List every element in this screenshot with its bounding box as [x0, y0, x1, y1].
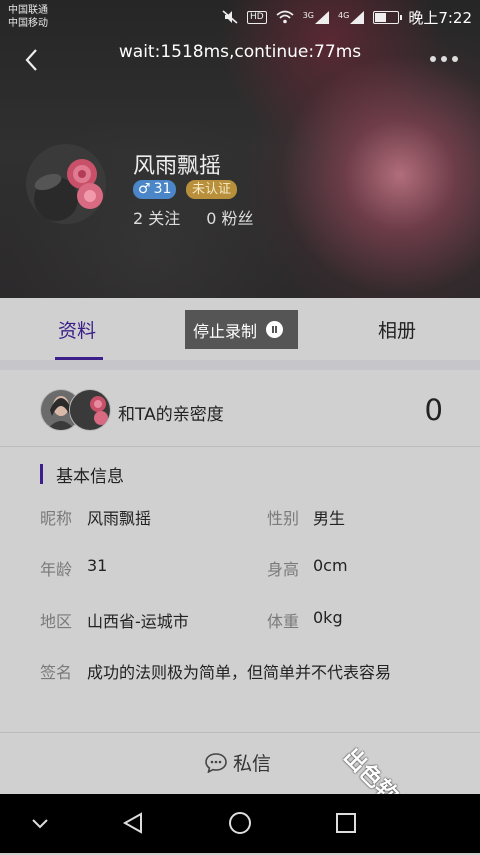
carrier-1: 中国联通 [8, 5, 48, 16]
gender-value: 男生 [313, 509, 346, 528]
region-value: 山西省-运城市 [87, 612, 189, 631]
stop-recording-button[interactable]: 停止录制 [185, 310, 298, 349]
stop-recording-label: 停止录制 [193, 321, 258, 341]
nav-recents-icon[interactable] [329, 806, 363, 840]
nickname-value: 风雨飘摇 [87, 509, 152, 528]
clock: 晚上7:22 [408, 8, 472, 27]
followers-count[interactable]: 0 粉丝 [206, 205, 253, 229]
signal-1-icon: 3G [303, 10, 330, 24]
nav-home-icon[interactable] [223, 806, 257, 840]
age-value: 31 [153, 181, 172, 197]
hd-icon: HD [247, 10, 267, 24]
more-options-icon[interactable] [430, 50, 462, 68]
intimacy-label: 和TA的亲密度 [118, 405, 224, 425]
wifi-icon [276, 10, 294, 24]
chat-bubble-icon [205, 752, 227, 773]
section-accent-bar [40, 464, 43, 484]
profile-nickname: 风雨飘摇 [133, 154, 222, 179]
signature-value: 成功的法则极为简单，但简单并不代表容易 [87, 663, 392, 682]
verification-badge: 未认证 [186, 180, 238, 199]
section-divider [0, 360, 480, 370]
nav-back-icon[interactable] [116, 806, 150, 840]
intimacy-value: 0 [424, 393, 443, 427]
status-icons: HD 3G 4G 晚上7:22 [222, 6, 480, 28]
tab-profile[interactable]: 资料 [58, 298, 96, 360]
battery-icon [373, 10, 403, 24]
debug-timing-text: wait:1518ms,continue:77ms [118, 42, 362, 62]
tab-album[interactable]: 相册 [378, 298, 416, 360]
avatar[interactable] [26, 144, 106, 224]
gender-key: 性别 [267, 509, 300, 528]
height-value: 0cm [313, 556, 348, 575]
hide-nav-icon[interactable] [23, 806, 57, 840]
age-key: 年龄 [40, 560, 73, 579]
rose-avatar-image [26, 144, 106, 224]
mute-icon [222, 10, 238, 24]
age-value: 31 [87, 556, 108, 575]
basic-info-title: 基本信息 [56, 467, 124, 487]
weight-key: 体重 [267, 612, 300, 631]
private-message-button[interactable]: 私信 [205, 749, 271, 776]
follow-stats: 2 关注 0 粉丝 [133, 205, 254, 229]
male-icon: ♂ [138, 181, 151, 197]
age-badge: ♂ 31 [133, 180, 177, 199]
private-message-label: 私信 [233, 753, 272, 775]
region-key: 地区 [40, 612, 73, 631]
user-avatar [69, 389, 111, 431]
status-bar: 中国联通 中国移动 HD 3G 4G 晚上7:22 [0, 0, 480, 34]
nickname-key: 昵称 [40, 509, 73, 528]
pause-icon [266, 321, 284, 338]
following-count[interactable]: 2 关注 [133, 205, 180, 229]
basic-info-section [0, 447, 480, 731]
height-key: 身高 [267, 560, 300, 579]
carrier-2: 中国移动 [8, 18, 48, 29]
signature-key: 签名 [40, 663, 73, 682]
signal-2-icon: 4G [338, 10, 365, 24]
weight-value: 0kg [313, 608, 343, 627]
